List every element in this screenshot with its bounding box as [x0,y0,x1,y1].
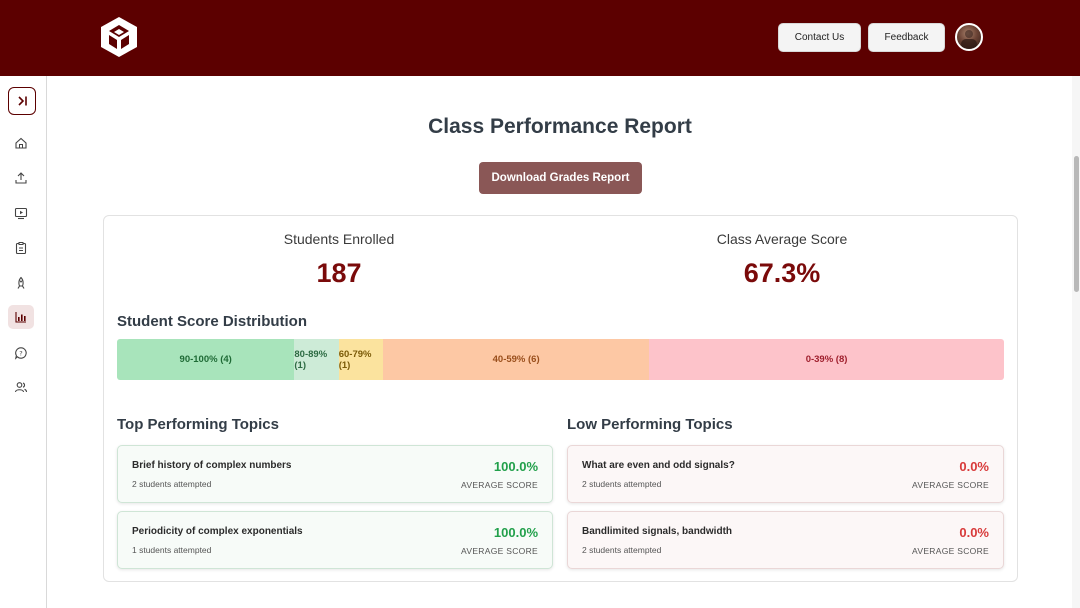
topic-score-label: AVERAGE SCORE [912,480,989,490]
topic-card[interactable]: What are even and odd signals? 2 student… [567,445,1004,503]
users-icon [14,382,28,393]
contact-us-button[interactable]: Contact Us [778,23,861,52]
class-average-value: 67.3% [743,258,821,288]
distribution-segment: 90-100% (4) [117,339,295,380]
sidebar-item-users[interactable] [8,375,34,399]
chevron-right-bar-icon [18,96,27,106]
sidebar-item-upload[interactable] [8,166,34,190]
video-icon [14,207,28,220]
topic-score-label: AVERAGE SCORE [461,546,538,556]
distribution-segment: 40-59% (6) [383,339,650,380]
low-topics-title: Low Performing Topics [567,416,733,433]
home-icon [15,137,27,149]
clipboard-icon [15,242,27,255]
sidebar-item-help[interactable]: ? [8,341,34,365]
topic-attempted: 1 students attempted [132,545,212,555]
rocket-icon [17,276,25,289]
topic-name: Brief history of complex numbers [132,460,292,471]
feedback-button[interactable]: Feedback [868,23,945,52]
bar-chart-icon [15,312,26,323]
distribution-segment: 0-39% (8) [649,339,1004,380]
user-avatar[interactable] [955,23,983,51]
topic-card[interactable]: Periodicity of complex exponentials 1 st… [117,511,553,569]
topic-score: 0.0% [959,525,989,540]
topic-score-label: AVERAGE SCORE [461,480,538,490]
students-enrolled-label: Students Enrolled [283,231,395,247]
top-topics-title: Top Performing Topics [117,416,279,433]
topic-score: 100.0% [493,525,538,540]
top-bar: Contact Us Feedback [0,0,1080,76]
score-distribution-bar: 90-100% (4) 80-89% (1) 60-79% (1) 40-59% (6… [117,339,1004,380]
sidebar-item-assignments[interactable] [8,236,34,260]
topic-card[interactable]: Bandlimited signals, bandwidth 2 student… [567,511,1004,569]
help-chat-icon: ? [14,347,27,360]
topic-name: Periodicity of complex exponentials [132,526,303,537]
sidebar-expand-toggle[interactable] [8,87,36,115]
sidebar-item-launch[interactable] [8,271,34,295]
score-distribution-title: Student Score Distribution [117,313,308,330]
page-title: Class Performance Report [428,115,692,138]
topic-attempted: 2 students attempted [132,479,212,489]
sidebar-item-home[interactable] [8,131,34,155]
upload-icon [15,172,27,184]
topic-name: Bandlimited signals, bandwidth [582,526,733,537]
students-enrolled-value: 187 [316,258,362,288]
topic-attempted: 2 students attempted [582,545,662,555]
topic-attempted: 2 students attempted [582,479,662,489]
topic-score: 100.0% [493,459,538,474]
topic-score-label: AVERAGE SCORE [912,546,989,556]
class-average-label: Class Average Score [716,231,848,247]
topic-name: What are even and odd signals? [582,460,735,471]
sidebar-item-video[interactable] [8,201,34,225]
topic-card[interactable]: Brief history of complex numbers 2 stude… [117,445,553,503]
logo-icon[interactable] [98,15,140,59]
svg-text:?: ? [19,349,22,357]
topic-score: 0.0% [959,459,989,474]
download-grades-report-button[interactable]: Download Grades Report [479,162,642,194]
page-scrollbar[interactable] [1072,76,1080,608]
distribution-segment: 60-79% (1) [338,339,384,380]
sidebar-item-reports[interactable] [8,305,34,329]
distribution-segment: 80-89% (1) [294,339,339,380]
scrollbar-thumb[interactable] [1074,156,1079,292]
